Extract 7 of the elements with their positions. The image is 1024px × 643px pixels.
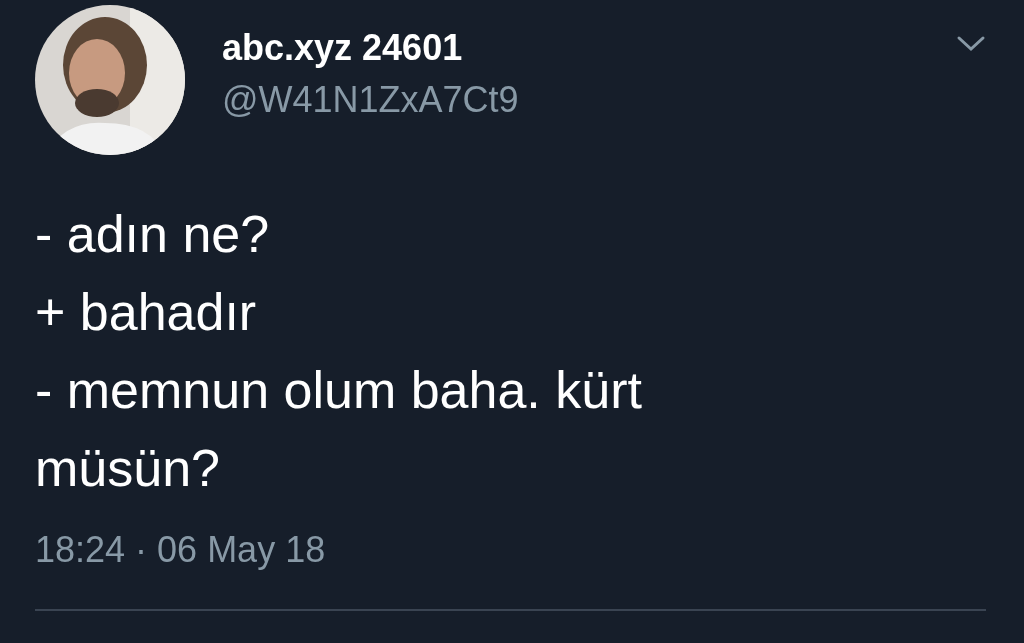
timestamp: 18:24 · 06 May 18: [35, 529, 327, 571]
tweet-text: - adın ne?: [35, 204, 271, 265]
tweet-text: + bahadır: [35, 282, 258, 343]
user-name[interactable]: abc.xyz 24601: [222, 27, 956, 69]
tweet-text: - memnun olum baha. kürt müsün?: [35, 360, 643, 499]
user-handle[interactable]: @W41N1ZxA7Ct9: [222, 79, 956, 121]
chevron-down-icon[interactable]: [956, 35, 986, 53]
